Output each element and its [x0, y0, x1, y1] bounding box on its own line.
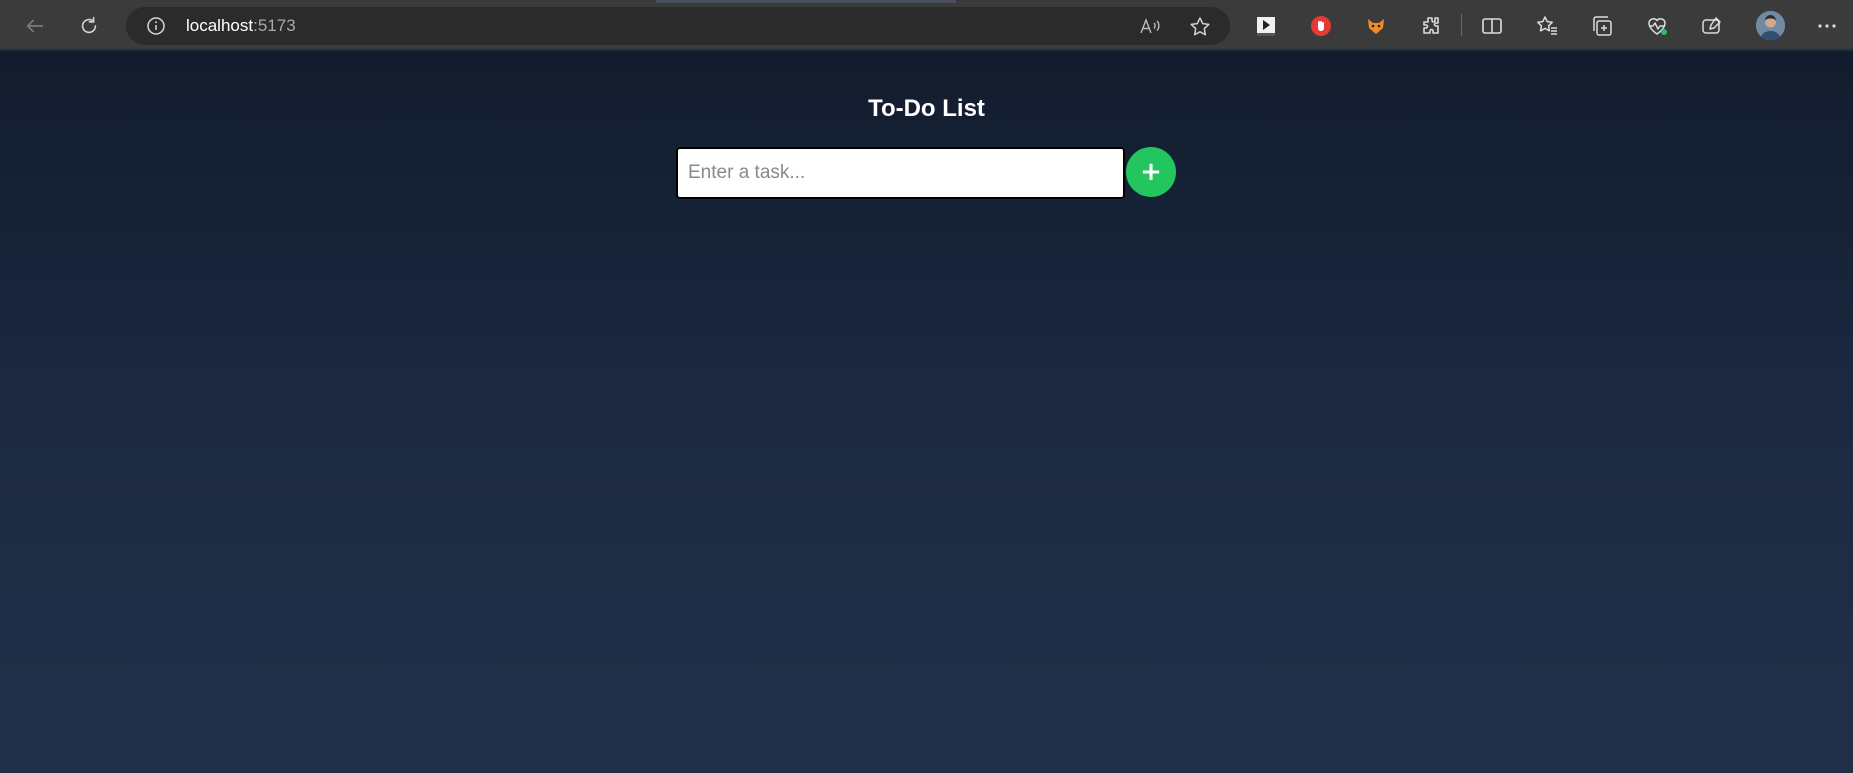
browser-toolbar: localhost:5173 [0, 0, 1853, 50]
profile-avatar[interactable] [1756, 11, 1785, 40]
site-info-icon[interactable] [146, 16, 166, 36]
extensions-icon[interactable] [1417, 12, 1445, 40]
url-host: localhost [186, 16, 254, 35]
page-title: To-Do List [868, 95, 985, 122]
split-screen-icon[interactable] [1478, 12, 1506, 40]
task-input[interactable] [676, 147, 1125, 199]
page-content: To-Do List + [0, 51, 1853, 773]
copilot-icon[interactable] [1698, 12, 1726, 40]
read-aloud-icon[interactable] [1138, 15, 1162, 37]
reload-button[interactable] [72, 9, 106, 43]
extension-fox-icon[interactable] [1362, 12, 1390, 40]
favorites-icon[interactable] [1533, 12, 1561, 40]
refresh-icon [81, 16, 97, 34]
back-button[interactable] [18, 9, 52, 43]
active-tab-indicator [656, 0, 956, 3]
adblock-icon[interactable] [1307, 12, 1335, 40]
url-port: :5173 [253, 16, 296, 35]
health-icon[interactable] [1643, 12, 1671, 40]
arrow-left-icon [26, 19, 44, 33]
address-bar[interactable]: localhost:5173 [126, 7, 1230, 45]
collections-icon[interactable] [1588, 12, 1616, 40]
url-text[interactable]: localhost:5173 [186, 16, 296, 36]
media-icon[interactable] [1252, 12, 1280, 40]
toolbar-divider [1461, 14, 1462, 36]
more-icon[interactable] [1813, 12, 1841, 40]
tab-strip-edge [0, 0, 1853, 3]
favorite-star-icon[interactable] [1188, 15, 1212, 39]
add-task-button[interactable]: + [1126, 147, 1176, 197]
